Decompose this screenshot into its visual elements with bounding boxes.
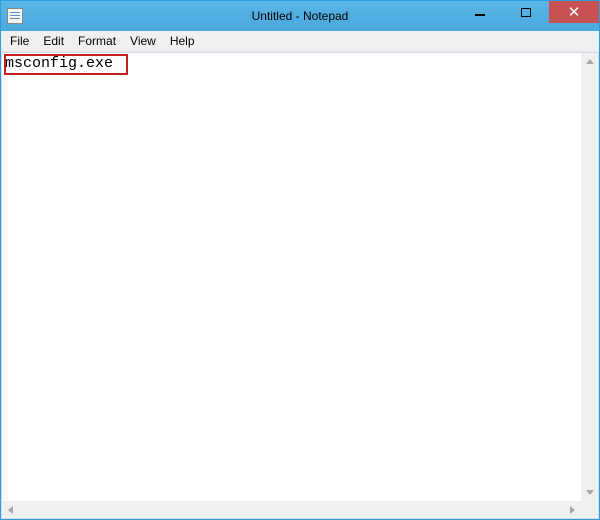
- scroll-down-button[interactable]: [581, 484, 598, 501]
- minimize-button[interactable]: [457, 1, 503, 23]
- maximize-button[interactable]: [503, 1, 549, 23]
- vertical-scrollbar[interactable]: [581, 53, 598, 501]
- scroll-right-button[interactable]: [564, 501, 581, 518]
- scrollbar-corner: [581, 501, 598, 518]
- close-button[interactable]: ✕: [549, 1, 599, 23]
- window-controls: ✕: [457, 1, 599, 31]
- menu-format[interactable]: Format: [71, 32, 123, 50]
- menu-help[interactable]: Help: [163, 32, 202, 50]
- notepad-app-icon: [7, 8, 23, 24]
- vertical-scroll-track[interactable]: [581, 70, 598, 484]
- notepad-window: Untitled - Notepad ✕ File Edit Format Vi…: [0, 0, 600, 520]
- minimize-icon: [475, 14, 485, 16]
- horizontal-scroll-track[interactable]: [19, 501, 564, 518]
- maximize-icon: [521, 8, 531, 17]
- window-title: Untitled - Notepad: [252, 9, 349, 23]
- scroll-left-button[interactable]: [2, 501, 19, 518]
- titlebar[interactable]: Untitled - Notepad ✕: [1, 1, 599, 31]
- menu-file[interactable]: File: [3, 32, 36, 50]
- menu-view[interactable]: View: [123, 32, 163, 50]
- menu-edit[interactable]: Edit: [36, 32, 71, 50]
- scroll-up-button[interactable]: [581, 53, 598, 70]
- close-icon: ✕: [568, 5, 581, 20]
- horizontal-scrollbar[interactable]: [2, 501, 581, 518]
- client-area: msconfig.exe: [1, 52, 599, 519]
- menubar: File Edit Format View Help: [1, 31, 599, 52]
- text-editor[interactable]: msconfig.exe: [2, 53, 581, 501]
